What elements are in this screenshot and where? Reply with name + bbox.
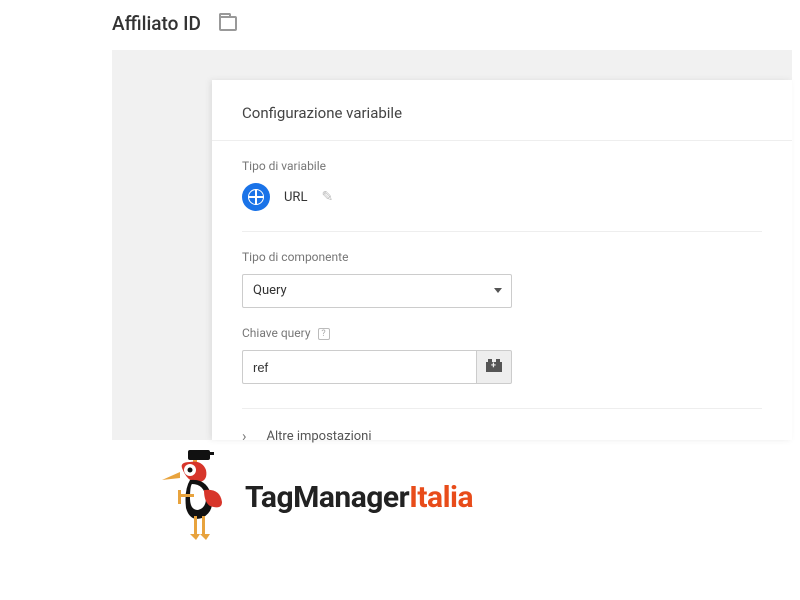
help-icon[interactable]: ?	[318, 328, 330, 340]
globe-icon	[242, 183, 270, 211]
query-key-section: Chiave query ?	[212, 308, 792, 384]
component-type-select[interactable]: Query	[242, 274, 512, 308]
brick-icon	[486, 362, 502, 372]
variable-type-label: Tipo di variabile	[242, 159, 762, 173]
variable-type-row: URL ✎	[242, 183, 762, 232]
component-type-section: Tipo di componente Query	[212, 232, 792, 308]
query-key-input-row	[242, 350, 512, 384]
variable-type-section: Tipo di variabile URL ✎	[212, 141, 792, 232]
logo-text: TagManagerItalia	[245, 480, 473, 515]
query-key-label-text: Chiave query	[242, 326, 311, 340]
component-type-select-wrap[interactable]: Query	[242, 274, 512, 308]
query-key-input[interactable]	[242, 350, 476, 384]
query-key-label: Chiave query ?	[242, 326, 762, 340]
brand-logo: TagManagerItalia	[160, 450, 473, 545]
insert-variable-button[interactable]	[476, 350, 512, 384]
component-type-label: Tipo di componente	[242, 250, 762, 264]
page-header: Affiliato ID	[0, 0, 800, 45]
variable-name-title: Affiliato ID	[112, 12, 201, 35]
variable-config-panel: Configurazione variabile Tipo di variabi…	[212, 80, 792, 440]
chevron-right-icon: ›	[242, 427, 247, 445]
panel-title: Configurazione variabile	[212, 80, 792, 141]
variable-type-value: URL	[284, 190, 307, 205]
folder-icon[interactable]	[219, 16, 237, 31]
more-settings-label: Altre impostazioni	[267, 429, 372, 444]
woodpecker-icon	[160, 450, 235, 545]
logo-text-part1: TagManager	[245, 480, 409, 515]
edit-variable-type-icon[interactable]: ✎	[321, 189, 333, 205]
logo-text-part2: Italia	[409, 480, 473, 515]
